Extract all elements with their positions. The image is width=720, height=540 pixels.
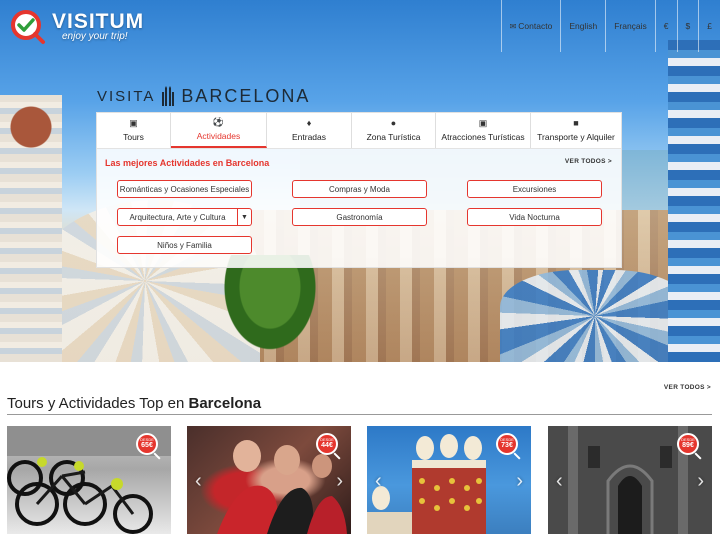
tour-card-flamenco[interactable]: ‹ › DESDE 44€ bbox=[187, 426, 351, 534]
category-tabs: ▣ Tours ⚽ Actividades ♦ Entradas ● Zona … bbox=[97, 113, 621, 149]
panel-subtitle: Las mejores Actividades en Barcelona bbox=[105, 158, 270, 168]
pill-compras[interactable]: Compras y Moda bbox=[292, 180, 427, 198]
section-title: Tours y Actividades Top en Barcelona bbox=[7, 395, 261, 412]
carousel-prev-icon[interactable]: ‹ bbox=[375, 470, 382, 493]
envelope-icon: ✉ bbox=[509, 21, 517, 31]
hero-tower-right bbox=[668, 40, 720, 362]
logo-check-icon[interactable] bbox=[10, 9, 46, 45]
section-title-prefix: Tours y Actividades Top en bbox=[7, 395, 189, 412]
tab-transporte[interactable]: ■ Transporte y Alquiler bbox=[531, 113, 621, 148]
price-badge-value: 89€ bbox=[682, 442, 694, 449]
section-title-city: Barcelona bbox=[188, 395, 262, 412]
carousel-prev-icon[interactable]: ‹ bbox=[556, 470, 563, 493]
hero-heading: VISITA BARCELONA bbox=[97, 86, 310, 106]
tour-card-gothic-quarter[interactable]: ‹ › DESDE 89€ bbox=[548, 426, 712, 534]
tab-tours[interactable]: ▣ Tours bbox=[97, 113, 171, 148]
tab-entradas-label: Entradas bbox=[291, 132, 327, 142]
camera-icon: ▣ bbox=[129, 118, 138, 128]
tab-transporte-label: Transporte y Alquiler bbox=[537, 132, 615, 142]
tour-card-dali-museum[interactable]: ‹ › DESDE 73€ bbox=[367, 426, 531, 534]
price-badge-value: 73€ bbox=[501, 442, 513, 449]
tab-actividades-label: Actividades bbox=[196, 131, 241, 141]
tab-zona-turistica-label: Zona Turística bbox=[366, 132, 421, 142]
camera-attraction-icon: ▣ bbox=[478, 118, 488, 128]
pill-arquitectura[interactable]: Arquitectura, Arte y Cultura bbox=[117, 208, 238, 226]
pill-vida-nocturna[interactable]: Vida Nocturna bbox=[467, 208, 602, 226]
nav-currency-gbp[interactable]: £ bbox=[698, 0, 720, 52]
ball-icon: ⚽ bbox=[212, 117, 225, 127]
price-badge: DESDE 44€ bbox=[316, 433, 341, 460]
sagrada-familia-icon bbox=[162, 86, 175, 106]
nav-contacto-label: Contacto bbox=[518, 21, 553, 31]
pill-romanticas[interactable]: Románticas y Ocasiones Especiales bbox=[117, 180, 252, 198]
hero-prefix: VISITA bbox=[97, 88, 156, 105]
pill-excursiones[interactable]: Excursiones bbox=[467, 180, 602, 198]
car-icon: ■ bbox=[573, 118, 579, 128]
ticket-icon: ♦ bbox=[306, 118, 312, 128]
section-ver-todos-link[interactable]: VER TODOS > bbox=[664, 384, 711, 391]
map-pin-icon: ● bbox=[390, 118, 397, 128]
pill-arquitectura-group: Arquitectura, Arte y Cultura ▼ bbox=[117, 208, 252, 226]
logo-tagline: enjoy your trip! bbox=[62, 31, 128, 42]
hero-city: BARCELONA bbox=[181, 86, 311, 106]
nav-lang-english[interactable]: English bbox=[560, 0, 605, 52]
hero-palm-tree bbox=[215, 255, 325, 362]
section-divider bbox=[7, 414, 712, 415]
price-badge: DESDE 73€ bbox=[496, 433, 521, 460]
tab-tours-label: Tours bbox=[123, 132, 144, 142]
carousel-prev-icon[interactable]: ‹ bbox=[195, 470, 202, 493]
carousel-next-icon[interactable]: › bbox=[336, 470, 343, 493]
tab-zona-turistica[interactable]: ● Zona Turística bbox=[352, 113, 436, 148]
panel-ver-todos-link[interactable]: VER TODOS > bbox=[565, 158, 612, 165]
hero-mosaic-right bbox=[500, 270, 690, 362]
top-nav: ✉ Contacto English Français € $ £ bbox=[500, 0, 720, 52]
carousel-next-icon[interactable]: › bbox=[697, 470, 704, 493]
tab-atracciones-label: Atracciones Turísticas bbox=[441, 132, 525, 142]
pill-ninos-familia[interactable]: Niños y Familia bbox=[117, 236, 252, 254]
category-panel: ▣ Tours ⚽ Actividades ♦ Entradas ● Zona … bbox=[96, 112, 622, 268]
tour-card-bicycles[interactable]: DESDE 65€ bbox=[7, 426, 171, 534]
nav-contacto[interactable]: ✉ Contacto bbox=[500, 0, 561, 52]
price-badge-value: 44€ bbox=[321, 442, 333, 449]
pill-gastronomia[interactable]: Gastronomía bbox=[292, 208, 427, 226]
nav-lang-francais[interactable]: Français bbox=[605, 0, 655, 52]
price-badge: DESDE 65€ bbox=[136, 433, 161, 460]
tab-entradas[interactable]: ♦ Entradas bbox=[267, 113, 352, 148]
carousel-next-icon[interactable]: › bbox=[516, 470, 523, 493]
top-bar: VISITUM enjoy your trip! ✉ Contacto Engl… bbox=[0, 0, 720, 52]
hero-tower-left bbox=[0, 95, 62, 362]
nav-currency-eur[interactable]: € bbox=[654, 0, 677, 52]
caret-down-icon[interactable]: ▼ bbox=[238, 208, 252, 226]
nav-currency-usd[interactable]: $ bbox=[676, 0, 699, 52]
tab-actividades[interactable]: ⚽ Actividades bbox=[171, 113, 267, 148]
price-badge-value: 65€ bbox=[141, 442, 153, 449]
tab-atracciones[interactable]: ▣ Atracciones Turísticas bbox=[436, 113, 531, 148]
price-badge: DESDE 89€ bbox=[677, 433, 702, 460]
